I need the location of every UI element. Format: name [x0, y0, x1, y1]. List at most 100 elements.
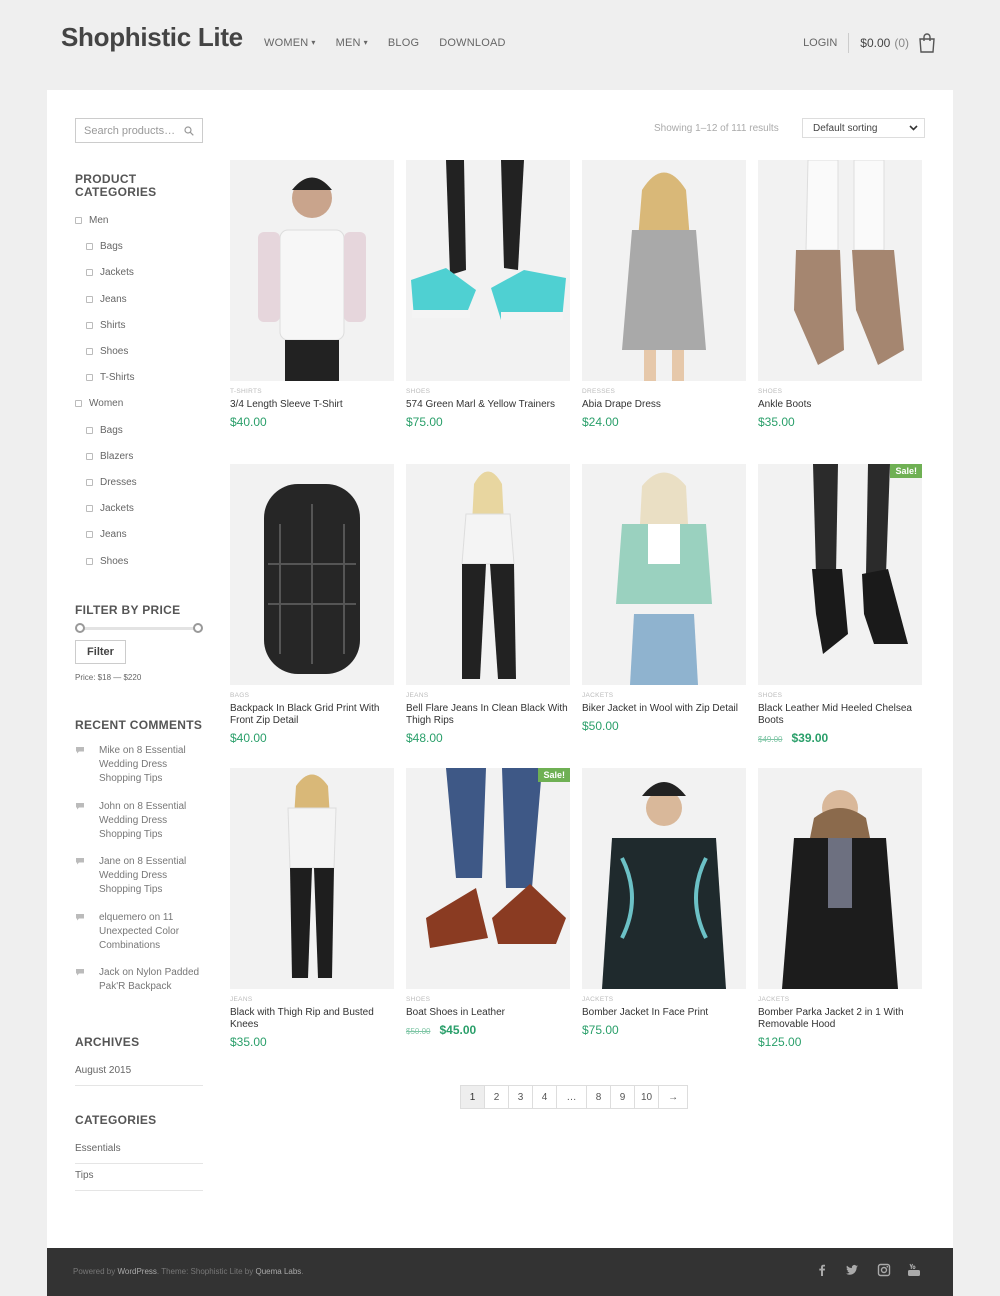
product-title[interactable]: Biker Jacket in Wool with Zip Detail: [582, 703, 746, 715]
product-image[interactable]: Sale!: [406, 768, 570, 989]
youtube-icon[interactable]: [907, 1263, 921, 1277]
sort-select[interactable]: Default sorting: [802, 118, 925, 138]
category-item[interactable]: Bags: [86, 425, 123, 436]
site-logo[interactable]: Shophistic Lite: [61, 22, 243, 53]
category-checkbox[interactable]: [86, 374, 93, 382]
filter-button[interactable]: Filter: [75, 640, 126, 664]
category-item[interactable]: Bags: [86, 241, 123, 252]
category-checkbox[interactable]: [86, 479, 93, 486]
product-card[interactable]: Sale! SHOES Boat Shoes in Leather $50.00 $45…: [406, 768, 570, 1037]
next-page-arrow-icon[interactable]: →: [659, 1086, 687, 1108]
search-icon[interactable]: [184, 125, 194, 136]
product-image[interactable]: [758, 160, 922, 381]
recent-comment[interactable]: Jack on Nylon Padded Pak'R Backpack: [75, 966, 203, 994]
recent-comment[interactable]: Mike on 8 Essential Wedding Dress Shoppi…: [75, 744, 203, 786]
cart-count[interactable]: (0): [894, 36, 909, 50]
category-item[interactable]: Jeans: [86, 529, 127, 540]
category-item[interactable]: Jackets: [86, 267, 134, 278]
page-link[interactable]: 9: [611, 1086, 635, 1108]
category-checkbox[interactable]: [86, 531, 93, 539]
nav-women[interactable]: WOMEN ▾: [264, 37, 316, 49]
product-card[interactable]: Sale! SHOES Black Leather Mid Heeled Chels…: [758, 464, 922, 745]
recent-comment[interactable]: Jane on 8 Essential Wedding Dress Shoppi…: [75, 855, 203, 897]
page-link[interactable]: 10: [635, 1086, 660, 1108]
product-category[interactable]: JACKETS: [582, 692, 746, 699]
blog-category-link[interactable]: Tips: [75, 1170, 203, 1191]
nav-download[interactable]: DOWNLOAD: [439, 37, 505, 49]
product-title[interactable]: Bell Flare Jeans In Clean Black With Thi…: [406, 703, 570, 727]
product-category[interactable]: BAGS: [230, 692, 394, 699]
category-checkbox[interactable]: [86, 505, 93, 513]
category-item[interactable]: Dresses: [86, 477, 137, 488]
page-link[interactable]: 8: [587, 1086, 611, 1108]
product-card[interactable]: DRESSES Abia Drape Dress $24.00: [582, 160, 746, 429]
product-card[interactable]: SHOES 574 Green Marl & Yellow Trainers $75…: [406, 160, 570, 429]
category-item[interactable]: Shoes: [86, 556, 128, 567]
price-slider[interactable]: [75, 623, 203, 633]
category-checkbox[interactable]: [86, 295, 93, 303]
facebook-icon[interactable]: [815, 1263, 829, 1277]
category-checkbox[interactable]: [86, 321, 93, 329]
product-card[interactable]: JEANS Black with Thigh Rip and Busted Kne…: [230, 768, 394, 1049]
page-link[interactable]: 3: [509, 1086, 533, 1108]
product-image[interactable]: [582, 768, 746, 989]
product-card[interactable]: JACKETS Bomber Jacket In Face Print $75.00: [582, 768, 746, 1037]
category-checkbox[interactable]: [75, 217, 82, 224]
category-checkbox[interactable]: [86, 426, 93, 434]
product-title[interactable]: 3/4 Length Sleeve T-Shirt: [230, 399, 394, 411]
product-category[interactable]: JEANS: [230, 996, 394, 1003]
product-category[interactable]: SHOES: [758, 692, 922, 699]
cart-total[interactable]: $0.00: [860, 36, 890, 50]
product-category[interactable]: SHOES: [758, 388, 922, 395]
product-title[interactable]: Boat Shoes in Leather: [406, 1007, 570, 1019]
category-item[interactable]: Blazers: [86, 451, 133, 462]
recent-comment[interactable]: John on 8 Essential Wedding Dress Shoppi…: [75, 800, 203, 842]
product-image[interactable]: [582, 464, 746, 685]
product-image[interactable]: [406, 160, 570, 381]
product-title[interactable]: Bomber Parka Jacket 2 in 1 With Removabl…: [758, 1007, 922, 1031]
product-category[interactable]: DRESSES: [582, 388, 746, 395]
category-checkbox[interactable]: [86, 557, 93, 565]
product-card[interactable]: JACKETS Bomber Parka Jacket 2 in 1 With R…: [758, 768, 922, 1049]
product-title[interactable]: Black with Thigh Rip and Busted Knees: [230, 1007, 394, 1031]
page-link[interactable]: 2: [485, 1086, 509, 1108]
category-item[interactable]: Men: [75, 215, 108, 226]
slider-max-handle[interactable]: [193, 623, 203, 633]
instagram-icon[interactable]: [877, 1263, 891, 1277]
product-image[interactable]: [230, 464, 394, 685]
category-checkbox[interactable]: [86, 348, 93, 355]
login-link[interactable]: LOGIN: [803, 33, 850, 53]
product-title[interactable]: Ankle Boots: [758, 399, 922, 411]
product-card[interactable]: JEANS Bell Flare Jeans In Clean Black Wit…: [406, 464, 570, 745]
nav-men[interactable]: MEN ▾: [336, 37, 368, 49]
product-category[interactable]: JACKETS: [582, 996, 746, 1003]
category-item[interactable]: Shoes: [86, 346, 128, 357]
product-image[interactable]: [582, 160, 746, 381]
category-checkbox[interactable]: [75, 400, 82, 408]
product-image[interactable]: [406, 464, 570, 685]
recent-comment[interactable]: elquemero on 11 Unexpected Color Combina…: [75, 911, 203, 953]
nav-blog[interactable]: BLOG: [388, 37, 419, 49]
page-link[interactable]: 4: [533, 1086, 557, 1108]
product-image[interactable]: Sale!: [758, 464, 922, 685]
product-title[interactable]: Bomber Jacket In Face Print: [582, 1007, 746, 1019]
product-category[interactable]: JEANS: [406, 692, 570, 699]
product-title[interactable]: Black Leather Mid Heeled Chelsea Boots: [758, 703, 922, 727]
shopping-bag-icon[interactable]: [918, 33, 936, 53]
category-checkbox[interactable]: [86, 269, 93, 277]
product-card[interactable]: T-SHIRTS 3/4 Length Sleeve T-Shirt $40.00: [230, 160, 394, 429]
product-image[interactable]: [230, 160, 394, 381]
product-title[interactable]: 574 Green Marl & Yellow Trainers: [406, 399, 570, 411]
product-card[interactable]: BAGS Backpack In Black Grid Print With Fr…: [230, 464, 394, 745]
category-checkbox[interactable]: [86, 243, 93, 251]
category-item[interactable]: Jackets: [86, 503, 134, 514]
author-link[interactable]: Quema Labs: [256, 1267, 302, 1276]
blog-category-link[interactable]: Essentials: [75, 1143, 203, 1164]
product-category[interactable]: T-SHIRTS: [230, 388, 394, 395]
product-search-input[interactable]: Search products…: [75, 118, 203, 143]
product-card[interactable]: JACKETS Biker Jacket in Wool with Zip Det…: [582, 464, 746, 733]
category-item[interactable]: T-Shirts: [86, 372, 134, 383]
twitter-icon[interactable]: [845, 1263, 859, 1277]
category-item[interactable]: Shirts: [86, 320, 126, 331]
product-category[interactable]: JACKETS: [758, 996, 922, 1003]
